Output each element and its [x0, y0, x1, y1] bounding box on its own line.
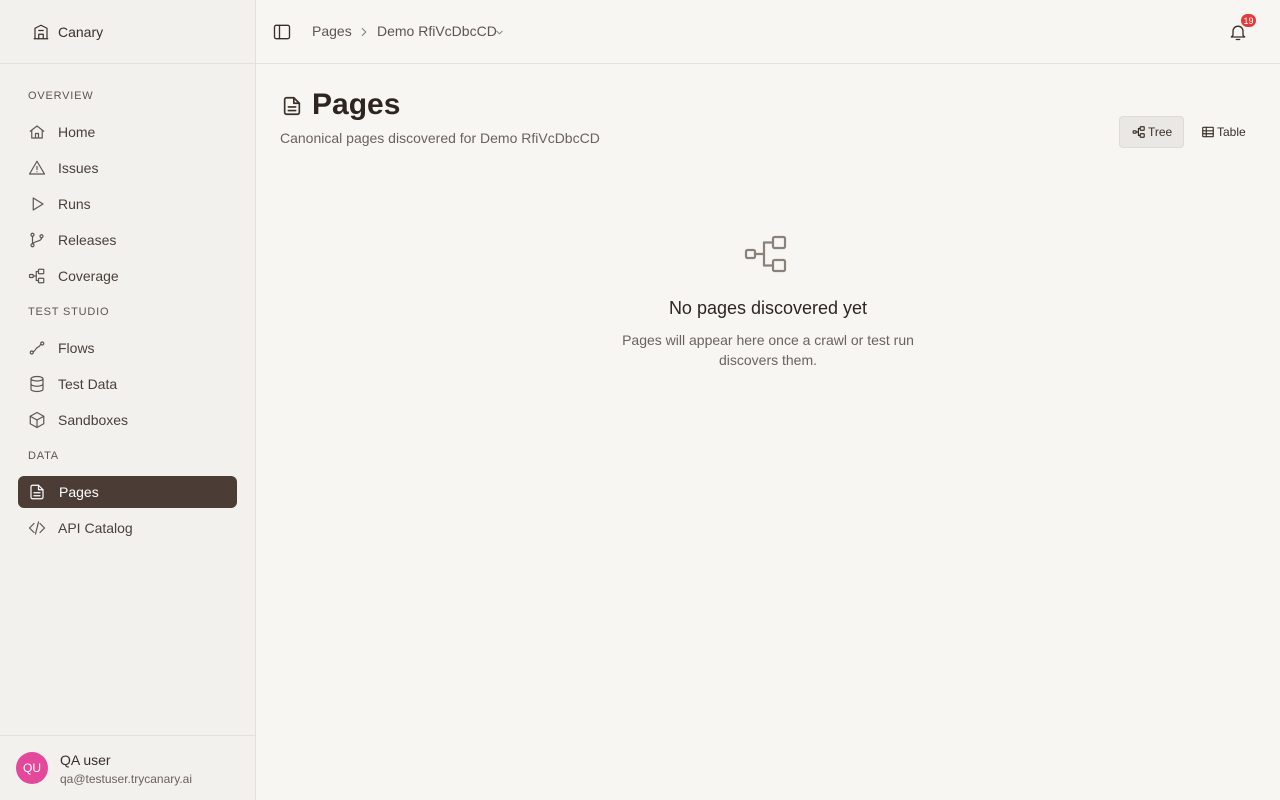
chevron-down-icon[interactable]	[494, 27, 505, 38]
sidebar-item-label: Test Data	[58, 376, 118, 392]
sidebar-item-pages[interactable]: Pages	[18, 476, 237, 508]
avatar: QU	[16, 752, 48, 784]
tree-view-label: Tree	[1148, 125, 1173, 139]
section-label-test-studio: TEST STUDIO	[28, 306, 110, 318]
user-menu[interactable]: QU QA user qa@testuser.trycanary.ai	[0, 735, 255, 800]
git-branch-icon	[28, 231, 46, 249]
warning-icon	[28, 159, 46, 177]
user-name: QA user	[60, 752, 111, 768]
brand-name: Canary	[58, 23, 104, 40]
code-icon	[28, 519, 46, 537]
sidebar-item-label: Releases	[58, 232, 117, 248]
sidebar-toggle-icon[interactable]	[272, 22, 292, 42]
home-icon	[28, 123, 46, 141]
building-icon	[32, 23, 50, 41]
notification-badge: 19	[1241, 14, 1256, 27]
sidebar-item-sandboxes[interactable]: Sandboxes	[18, 404, 237, 436]
topbar: Pages Demo RfiVcDbcCD 19	[256, 0, 1280, 64]
table-view-label: Table	[1217, 125, 1246, 139]
sidebar-item-api-catalog[interactable]: API Catalog	[18, 512, 237, 544]
sidebar-item-label: Runs	[58, 196, 91, 212]
sidebar-item-label: Coverage	[58, 268, 119, 284]
section-label-overview: OVERVIEW	[28, 90, 94, 102]
page-subtitle: Canonical pages discovered for Demo RfiV…	[280, 130, 600, 146]
page-title: Pages	[312, 88, 401, 121]
table-view-button[interactable]: Table	[1196, 116, 1256, 148]
sidebar: Canary OVERVIEW Home Issues Runs Release…	[0, 0, 256, 800]
sidebar-item-label: Issues	[58, 160, 99, 176]
chevron-right-icon	[357, 25, 371, 39]
file-text-icon	[281, 95, 303, 117]
route-icon	[28, 339, 46, 357]
user-email: qa@testuser.trycanary.ai	[60, 772, 193, 786]
brand[interactable]: Canary	[0, 0, 255, 64]
empty-state-text: Pages will appear here once a crawl or t…	[622, 332, 914, 368]
breadcrumb-pages[interactable]: Pages	[312, 23, 352, 39]
sidebar-item-issues[interactable]: Issues	[18, 152, 237, 184]
empty-state-title: No pages discovered yet	[668, 298, 868, 318]
file-text-icon	[28, 483, 46, 501]
sidebar-item-label: Flows	[58, 340, 95, 356]
sidebar-item-runs[interactable]: Runs	[18, 188, 237, 220]
table-icon	[1201, 125, 1215, 139]
network-icon	[28, 267, 46, 285]
sidebar-item-coverage[interactable]: Coverage	[18, 260, 237, 292]
section-label-data: DATA	[28, 450, 59, 462]
breadcrumb-project[interactable]: Demo RfiVcDbcCD	[377, 23, 497, 39]
tree-view-button[interactable]: Tree	[1119, 116, 1184, 148]
sidebar-item-label: Home	[58, 124, 96, 140]
database-icon	[28, 375, 46, 393]
network-icon	[1132, 125, 1146, 139]
sidebar-item-home[interactable]: Home	[18, 116, 237, 148]
box-icon	[28, 411, 46, 429]
sidebar-item-test-data[interactable]: Test Data	[18, 368, 237, 400]
sidebar-item-releases[interactable]: Releases	[18, 224, 237, 256]
sidebar-item-label: Pages	[59, 484, 99, 500]
sidebar-item-label: API Catalog	[58, 520, 133, 536]
sidebar-item-label: Sandboxes	[58, 412, 129, 428]
sidebar-item-flows[interactable]: Flows	[18, 332, 237, 364]
play-icon	[28, 195, 46, 213]
network-icon	[744, 234, 788, 274]
